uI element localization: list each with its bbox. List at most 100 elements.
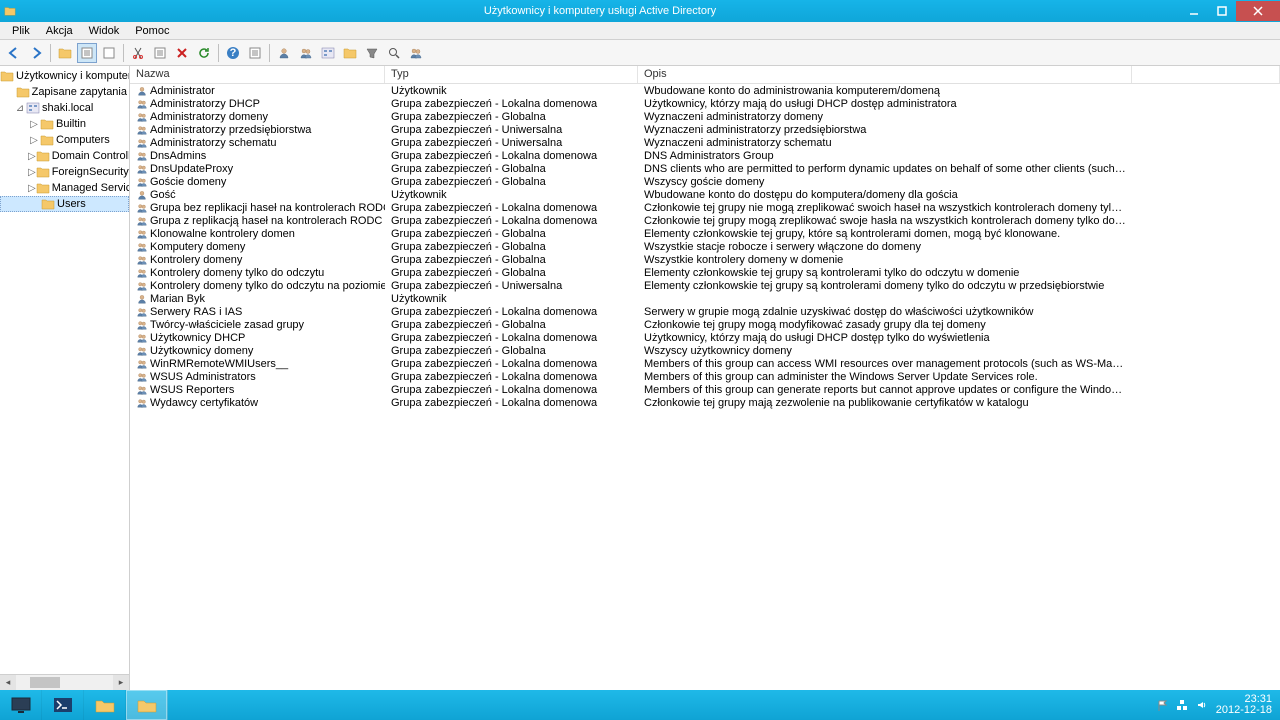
list-item[interactable]: Marian BykUżytkownik [130, 292, 1280, 305]
find-ou-button[interactable] [340, 43, 360, 63]
main-area: Użytkownicy i komputery usługiZapisane z… [0, 66, 1280, 690]
taskbar-aduc[interactable] [126, 690, 168, 720]
menu-widok[interactable]: Widok [81, 23, 128, 39]
row-name: Administratorzy domeny [150, 111, 268, 123]
group-icon [136, 228, 148, 240]
search-button[interactable] [384, 43, 404, 63]
group-icon [136, 137, 148, 149]
list-item[interactable]: GośćUżytkownikWbudowane konto do dostępu… [130, 188, 1280, 201]
row-name: Administratorzy przedsiębiorstwa [150, 124, 311, 136]
tree-root[interactable]: Użytkownicy i komputery usługi [0, 68, 129, 84]
list-item[interactable]: Użytkownicy domenyGrupa zabezpieczeń - G… [130, 344, 1280, 357]
group-icon [136, 371, 148, 383]
taskbar-server-manager[interactable] [0, 690, 42, 720]
list-item[interactable]: Klonowalne kontrolery domenGrupa zabezpi… [130, 227, 1280, 240]
list-item[interactable]: Kontrolery domeny tylko do odczytu na po… [130, 279, 1280, 292]
list-item[interactable]: Kontrolery domenyGrupa zabezpieczeń - Gl… [130, 253, 1280, 266]
list-item[interactable]: DnsAdminsGrupa zabezpieczeń - Lokalna do… [130, 149, 1280, 162]
list-item[interactable]: Kontrolery domeny tylko do odczytuGrupa … [130, 266, 1280, 279]
back-button[interactable] [4, 43, 24, 63]
menu-pomoc[interactable]: Pomoc [127, 23, 177, 39]
row-desc: Serwery w grupie mogą zdalnie uzyskiwać … [638, 306, 1132, 318]
delete-button[interactable] [99, 43, 119, 63]
list-item[interactable]: Administratorzy przedsiębiorstwaGrupa za… [130, 123, 1280, 136]
group-icon [136, 150, 148, 162]
row-type: Grupa zabezpieczeń - Globalna [385, 345, 638, 357]
list-item[interactable]: Administratorzy schematuGrupa zabezpiecz… [130, 136, 1280, 149]
row-type: Użytkownik [385, 85, 638, 97]
flag-icon[interactable] [1156, 699, 1168, 711]
export-button[interactable] [245, 43, 265, 63]
add-query-button[interactable] [406, 43, 426, 63]
row-type: Grupa zabezpieczeń - Lokalna domenowa [385, 358, 638, 370]
find-computer-button[interactable] [318, 43, 338, 63]
minimize-button[interactable] [1180, 1, 1208, 21]
list-item[interactable]: Grupa z replikacją haseł na kontrolerach… [130, 214, 1280, 227]
tree-node[interactable]: ▷Managed Service Accounts [0, 180, 129, 196]
tree-node[interactable]: ⊿shaki.local [0, 100, 129, 116]
list-item[interactable]: WinRMRemoteWMIUsers__Grupa zabezpieczeń … [130, 357, 1280, 370]
column-nazwa[interactable]: Nazwa [130, 66, 385, 83]
group-icon [136, 124, 148, 136]
delete2-button[interactable] [172, 43, 192, 63]
tray-clock[interactable]: 23:31 2012-12-18 [1216, 694, 1272, 716]
list-item[interactable]: Twórcy-właściciele zasad grupyGrupa zabe… [130, 318, 1280, 331]
list-item[interactable]: Administratorzy domenyGrupa zabezpieczeń… [130, 110, 1280, 123]
row-name: Klonowalne kontrolery domen [150, 228, 295, 240]
row-desc: Wszystkie kontrolery domeny w domenie [638, 254, 1132, 266]
tree-horizontal-scrollbar[interactable]: ◂ ▸ [0, 674, 129, 690]
column-typ[interactable]: Typ [385, 66, 638, 83]
list-item[interactable]: Goście domenyGrupa zabezpieczeń - Global… [130, 175, 1280, 188]
scroll-right-icon[interactable]: ▸ [113, 675, 129, 690]
list-item[interactable]: DnsUpdateProxyGrupa zabezpieczeń - Globa… [130, 162, 1280, 175]
tree-node[interactable]: ▷Computers [0, 132, 129, 148]
list-item[interactable]: Serwery RAS i IASGrupa zabezpieczeń - Lo… [130, 305, 1280, 318]
row-name: Goście domeny [150, 176, 226, 188]
close-button[interactable] [1236, 1, 1280, 21]
details-view-button[interactable] [77, 43, 97, 63]
list-item[interactable]: AdministratorUżytkownikWbudowane konto d… [130, 84, 1280, 97]
group-icon [136, 176, 148, 188]
user-icon [136, 293, 148, 305]
find-user-button[interactable] [274, 43, 294, 63]
tree-node[interactable]: Zapisane zapytania [0, 84, 129, 100]
row-name: Kontrolery domeny tylko do odczytu [150, 267, 324, 279]
list-item[interactable]: WSUS ReportersGrupa zabezpieczeń - Lokal… [130, 383, 1280, 396]
list-item[interactable]: Administratorzy DHCPGrupa zabezpieczeń -… [130, 97, 1280, 110]
list-item[interactable]: Komputery domenyGrupa zabezpieczeń - Glo… [130, 240, 1280, 253]
row-desc: Członkowie tej grupy mogą zreplikować sw… [638, 215, 1132, 227]
refresh-button[interactable] [194, 43, 214, 63]
scroll-left-icon[interactable]: ◂ [0, 675, 16, 690]
list-item[interactable]: WSUS AdministratorsGrupa zabezpieczeń - … [130, 370, 1280, 383]
tree-node[interactable]: ▷Builtin [0, 116, 129, 132]
taskbar-explorer[interactable] [84, 690, 126, 720]
group-icon [136, 254, 148, 266]
find-group-button[interactable] [296, 43, 316, 63]
volume-icon[interactable] [1196, 699, 1208, 711]
new-container-button[interactable] [55, 43, 75, 63]
row-desc: Użytkownicy, którzy mają do usługi DHCP … [638, 332, 1132, 344]
list-item[interactable]: Użytkownicy DHCPGrupa zabezpieczeń - Lok… [130, 331, 1280, 344]
maximize-button[interactable] [1208, 1, 1236, 21]
column-opis[interactable]: Opis [638, 66, 1132, 83]
tree-pane[interactable]: Użytkownicy i komputery usługiZapisane z… [0, 66, 130, 690]
menu-akcja[interactable]: Akcja [38, 23, 81, 39]
menu-plik[interactable]: Plik [4, 23, 38, 39]
row-desc: Members of this group can generate repor… [638, 384, 1132, 396]
row-name: DnsAdmins [150, 150, 206, 162]
taskbar-powershell[interactable] [42, 690, 84, 720]
list-item[interactable]: Wydawcy certyfikatówGrupa zabezpieczeń -… [130, 396, 1280, 409]
filter-button[interactable] [362, 43, 382, 63]
cut-button[interactable] [128, 43, 148, 63]
tree-node[interactable]: ▷Domain Controllers [0, 148, 129, 164]
properties-button[interactable] [150, 43, 170, 63]
forward-button[interactable] [26, 43, 46, 63]
tree-node[interactable]: ▷ForeignSecurityPrincipals [0, 164, 129, 180]
group-icon [136, 111, 148, 123]
row-desc: Członkowie tej grupy mogą modyfikować za… [638, 319, 1132, 331]
list-item[interactable]: Grupa bez replikacji haseł na kontrolera… [130, 201, 1280, 214]
network-icon[interactable] [1176, 699, 1188, 711]
tree-node[interactable]: Users [0, 196, 129, 212]
help-button[interactable] [223, 43, 243, 63]
scroll-thumb[interactable] [30, 677, 60, 688]
